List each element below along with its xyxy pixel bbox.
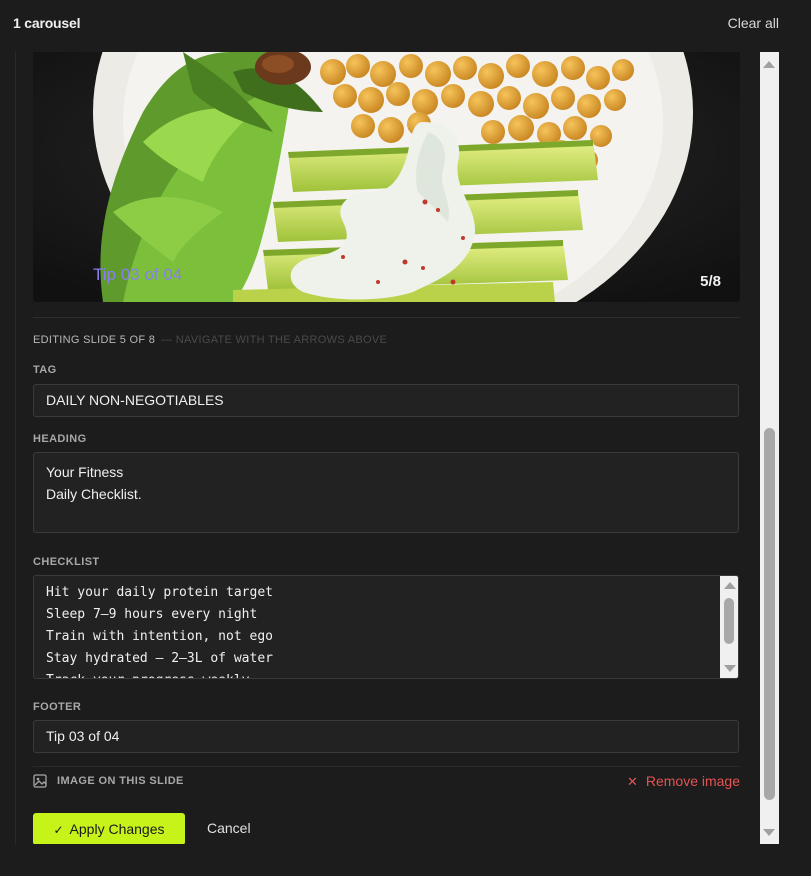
tag-input[interactable]: DAILY NON-NEGOTIABLES <box>33 384 739 417</box>
apply-label: Apply Changes <box>69 821 165 837</box>
slide-preview: Tip 03 of 04 5/8 <box>33 52 740 302</box>
check-icon: ✓ <box>53 823 64 837</box>
checklist-line: Hit your daily protein target <box>46 585 273 600</box>
scroll-up-arrow-icon[interactable] <box>763 61 775 68</box>
checklist-label: CHECKLIST <box>33 556 100 568</box>
checklist-line: Sleep 7–9 hours every night <box>46 607 258 622</box>
footer-label: FOOTER <box>33 701 82 713</box>
heading-textarea[interactable]: Your Fitness Daily Checklist. <box>33 452 739 533</box>
top-bar: 1 carousel Clear all <box>0 0 811 46</box>
close-icon: ✕ <box>626 774 638 789</box>
scroll-thumb[interactable] <box>764 428 775 800</box>
tag-label: TAG <box>33 364 57 376</box>
checklist-line: Track your progress weekly <box>46 670 726 678</box>
checklist-line: Stay hydrated — 2–3L of water <box>46 651 273 666</box>
divider <box>33 766 740 767</box>
scroll-up-arrow-icon[interactable] <box>724 582 736 589</box>
apply-changes-button[interactable]: ✓ Apply Changes <box>33 813 185 844</box>
remove-image-label: Remove image <box>645 773 740 789</box>
checklist-line: Train with intention, not ego <box>46 629 273 644</box>
clear-all-button[interactable]: Clear all <box>728 15 779 31</box>
image-section-label: IMAGE ON THIS SLIDE <box>33 774 184 788</box>
editing-label: EDITING SLIDE 5 OF 8 <box>33 334 156 346</box>
checklist-textarea[interactable]: Hit your daily protein target Sleep 7–9 … <box>33 575 739 679</box>
panel-border <box>15 52 16 844</box>
cancel-button[interactable]: Cancel <box>207 820 251 836</box>
image-label-text: IMAGE ON THIS SLIDE <box>57 775 184 787</box>
divider <box>33 317 740 318</box>
heading-label: HEADING <box>33 433 87 445</box>
scroll-thumb[interactable] <box>724 598 734 644</box>
checklist-scrollbar[interactable] <box>720 576 738 678</box>
page-scrollbar[interactable] <box>760 52 779 844</box>
slide-counter: 5/8 <box>700 273 721 290</box>
editing-status: EDITING SLIDE 5 OF 8 — NAVIGATE WITH THE … <box>33 334 387 346</box>
carousel-count-title: 1 carousel <box>13 15 81 31</box>
remove-image-button[interactable]: ✕ Remove image <box>627 773 740 790</box>
image-icon <box>33 774 47 788</box>
heading-line: Daily Checklist. <box>46 486 142 502</box>
scroll-down-arrow-icon[interactable] <box>763 829 775 836</box>
footer-input[interactable]: Tip 03 of 04 <box>33 720 739 753</box>
slide-footer-overlay: Tip 03 of 04 <box>93 265 183 284</box>
heading-line: Your Fitness <box>46 464 124 480</box>
editing-hint: — NAVIGATE WITH THE ARROWS ABOVE <box>161 334 388 346</box>
slide-editor-panel: Tip 03 of 04 5/8 EDITING SLIDE 5 OF 8 — N… <box>15 52 760 844</box>
scroll-down-arrow-icon[interactable] <box>724 665 736 672</box>
